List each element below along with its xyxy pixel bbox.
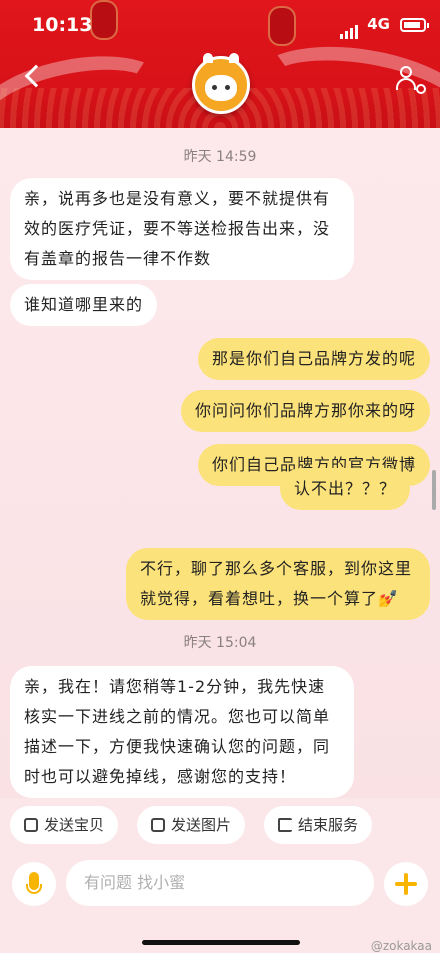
message-input[interactable]: 有问题 找小蜜 bbox=[66, 860, 374, 906]
user-settings-icon[interactable] bbox=[396, 66, 426, 94]
network-type: 4G bbox=[367, 15, 390, 33]
mascot-eye bbox=[225, 85, 230, 90]
product-icon bbox=[24, 818, 38, 832]
end-service-button[interactable]: 结束服务 bbox=[264, 806, 373, 844]
timestamp: 昨天 14:59 bbox=[183, 149, 257, 165]
message-outgoing[interactable]: 不行，聊了那么多个客服，到你这里就觉得，看着想吐，换一个算了💅 bbox=[126, 548, 430, 620]
signal-icon bbox=[340, 20, 360, 39]
icon-part bbox=[396, 78, 416, 90]
chat-header: 10:13 4G bbox=[0, 0, 440, 128]
horn-decor bbox=[203, 53, 213, 63]
icon-part bbox=[400, 66, 412, 78]
mascot-eye bbox=[212, 85, 217, 90]
message-incoming[interactable]: 谁知道哪里来的 bbox=[10, 284, 158, 326]
microphone-icon-base bbox=[26, 884, 42, 894]
quick-actions-bar: 发送宝贝 发送图片 结束服务 bbox=[0, 798, 440, 854]
message-outgoing[interactable]: 你问问你们品牌方那你来的呀 bbox=[180, 390, 430, 432]
end-service-label: 结束服务 bbox=[298, 816, 359, 834]
send-product-label: 发送宝贝 bbox=[44, 816, 105, 834]
send-image-label: 发送图片 bbox=[171, 816, 232, 834]
image-icon bbox=[151, 818, 165, 832]
message-incoming[interactable]: 亲，说再多也是没有意义，要不就提供有效的医疗凭证，要不等送检报告出来，没有盖章的… bbox=[10, 178, 354, 280]
mascot-face bbox=[205, 75, 237, 101]
voice-button[interactable] bbox=[12, 862, 56, 906]
send-product-button[interactable]: 发送宝贝 bbox=[10, 806, 119, 844]
input-bar: 有问题 找小蜜 @zokakaa bbox=[0, 854, 440, 953]
status-time: 10:13 bbox=[32, 14, 93, 36]
message-outgoing[interactable]: 认不出？？？ bbox=[279, 468, 410, 510]
message-incoming[interactable]: 亲，我在！请您稍等1-2分钟，我先快速核实一下进线之前的情况。您也可以简单描述一… bbox=[10, 666, 354, 798]
plus-icon[interactable] bbox=[384, 862, 428, 906]
send-image-button[interactable]: 发送图片 bbox=[137, 806, 246, 844]
exit-icon bbox=[278, 818, 292, 832]
message-outgoing[interactable]: 那是你们自己品牌方发的呢 bbox=[197, 338, 430, 380]
horn-decor bbox=[229, 53, 239, 63]
battery-icon bbox=[400, 18, 429, 32]
icon-part bbox=[416, 84, 426, 94]
home-indicator[interactable] bbox=[142, 940, 300, 945]
timestamp: 昨天 15:04 bbox=[183, 635, 257, 651]
bull-mascot-avatar[interactable] bbox=[192, 53, 250, 114]
scrollbar[interactable] bbox=[432, 470, 436, 510]
status-bar: 10:13 4G bbox=[0, 0, 440, 52]
chat-area[interactable]: 昨天 14:59 亲，说再多也是没有意义，要不就提供有效的医疗凭证，要不等送检报… bbox=[0, 128, 440, 798]
watermark: @zokakaa bbox=[370, 939, 432, 953]
